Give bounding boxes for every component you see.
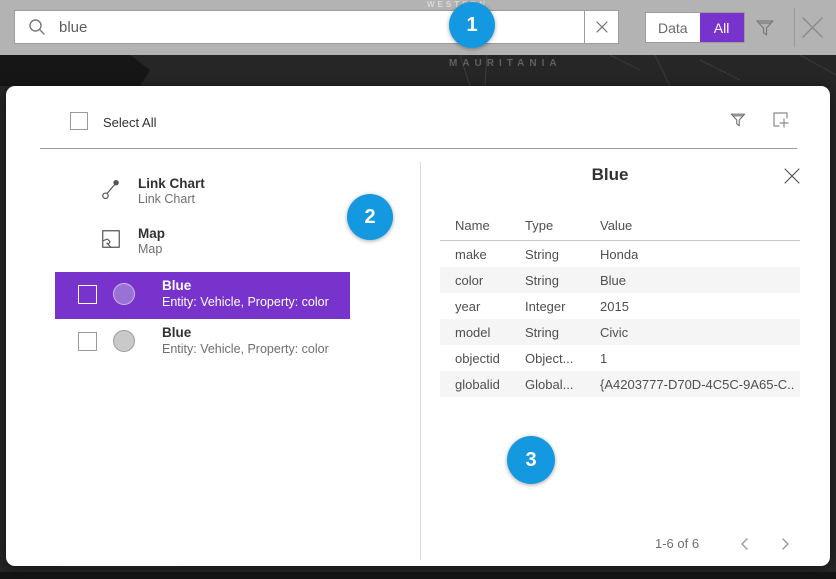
result-subtitle: Entity: Vehicle, Property: color: [162, 342, 329, 356]
table-row: globalid Global... {A4203777-D70D-4C5C-9…: [440, 371, 800, 397]
cell-name: make: [455, 247, 487, 262]
results-filter-button[interactable]: [728, 110, 748, 130]
table-row: objectid Object... 1: [440, 345, 800, 371]
cell-value: 2015: [600, 299, 629, 314]
cell-type: String: [525, 273, 559, 288]
search-results-panel: Select All Link Chart Link Chart Map Map: [6, 86, 830, 566]
result-item-blue[interactable]: Blue Entity: Vehicle, Property: color: [55, 319, 350, 366]
search-icon: [28, 18, 46, 36]
next-page-button[interactable]: [776, 535, 794, 553]
funnel-icon: [728, 110, 748, 130]
cell-type: Integer: [525, 299, 565, 314]
funnel-icon: [753, 16, 777, 40]
entity-circle-icon: [113, 330, 135, 352]
cell-type: String: [525, 247, 559, 262]
search-toolbar: Data All: [0, 0, 836, 55]
column-header-value: Value: [600, 218, 632, 233]
callout-badge-3: 3: [507, 436, 555, 484]
cell-name: objectid: [455, 351, 500, 366]
result-title: Link Chart: [138, 176, 205, 191]
table-row: model String Civic: [440, 319, 800, 345]
square-plus-icon: [771, 110, 791, 130]
result-checkbox[interactable]: [78, 332, 97, 351]
cell-name: year: [455, 299, 480, 314]
cell-value: {A4203777-D70D-4C5C-9A65-C...: [600, 377, 795, 392]
result-subtitle: Link Chart: [138, 192, 195, 206]
select-all-checkbox[interactable]: [70, 112, 88, 130]
detail-close-button[interactable]: [782, 166, 802, 186]
toolbar-divider: [794, 8, 795, 47]
result-title: Blue: [162, 325, 191, 340]
cell-value: Blue: [600, 273, 626, 288]
scope-option-all[interactable]: All: [700, 13, 744, 42]
cell-type: String: [525, 325, 559, 340]
select-all-label: Select All: [103, 115, 156, 130]
close-icon: [799, 14, 826, 41]
detail-panel-title: Blue: [420, 165, 800, 185]
cell-name: color: [455, 273, 483, 288]
map-icon: [100, 228, 122, 250]
scope-segmented-control: Data All: [645, 12, 745, 43]
search-box[interactable]: [14, 10, 585, 44]
result-item-map[interactable]: Map Map: [6, 228, 350, 268]
close-search-button[interactable]: [799, 14, 826, 41]
chevron-left-icon: [736, 535, 754, 553]
table-row: color String Blue: [440, 267, 800, 293]
result-title: Blue: [162, 278, 191, 293]
entity-circle-icon: [113, 283, 135, 305]
previous-page-button[interactable]: [736, 535, 754, 553]
table-row: year Integer 2015: [440, 293, 800, 319]
cell-value: Honda: [600, 247, 638, 262]
callout-badge-1: 1: [449, 2, 495, 48]
filter-button[interactable]: [753, 16, 777, 40]
result-item-link-chart[interactable]: Link Chart Link Chart: [6, 178, 350, 218]
column-header-type: Type: [525, 218, 553, 233]
clear-search-button[interactable]: [584, 10, 619, 44]
cell-value: 1: [600, 351, 607, 366]
map-label-mauritania: MAURITANIA: [449, 58, 562, 69]
result-subtitle: Map: [138, 242, 162, 256]
link-chart-icon: [100, 178, 122, 200]
page-range-label: 1-6 of 6: [655, 536, 699, 551]
column-header-name: Name: [455, 218, 490, 233]
table-row: make String Honda: [440, 241, 800, 267]
result-checkbox[interactable]: [78, 285, 97, 304]
cell-type: Global...: [525, 377, 573, 392]
add-to-selection-button[interactable]: [771, 110, 791, 130]
clear-icon: [595, 20, 609, 34]
result-title: Map: [138, 226, 165, 241]
result-item-blue-selected[interactable]: Blue Entity: Vehicle, Property: color: [55, 272, 350, 319]
result-subtitle: Entity: Vehicle, Property: color: [162, 295, 329, 309]
close-icon: [782, 166, 802, 186]
header-divider: [40, 148, 797, 149]
callout-badge-2: 2: [347, 194, 393, 240]
chevron-right-icon: [776, 535, 794, 553]
column-divider: [420, 162, 421, 560]
cell-name: globalid: [455, 377, 500, 392]
cell-name: model: [455, 325, 490, 340]
cell-value: Civic: [600, 325, 628, 340]
scope-option-data[interactable]: Data: [646, 13, 700, 42]
cell-type: Object...: [525, 351, 573, 366]
